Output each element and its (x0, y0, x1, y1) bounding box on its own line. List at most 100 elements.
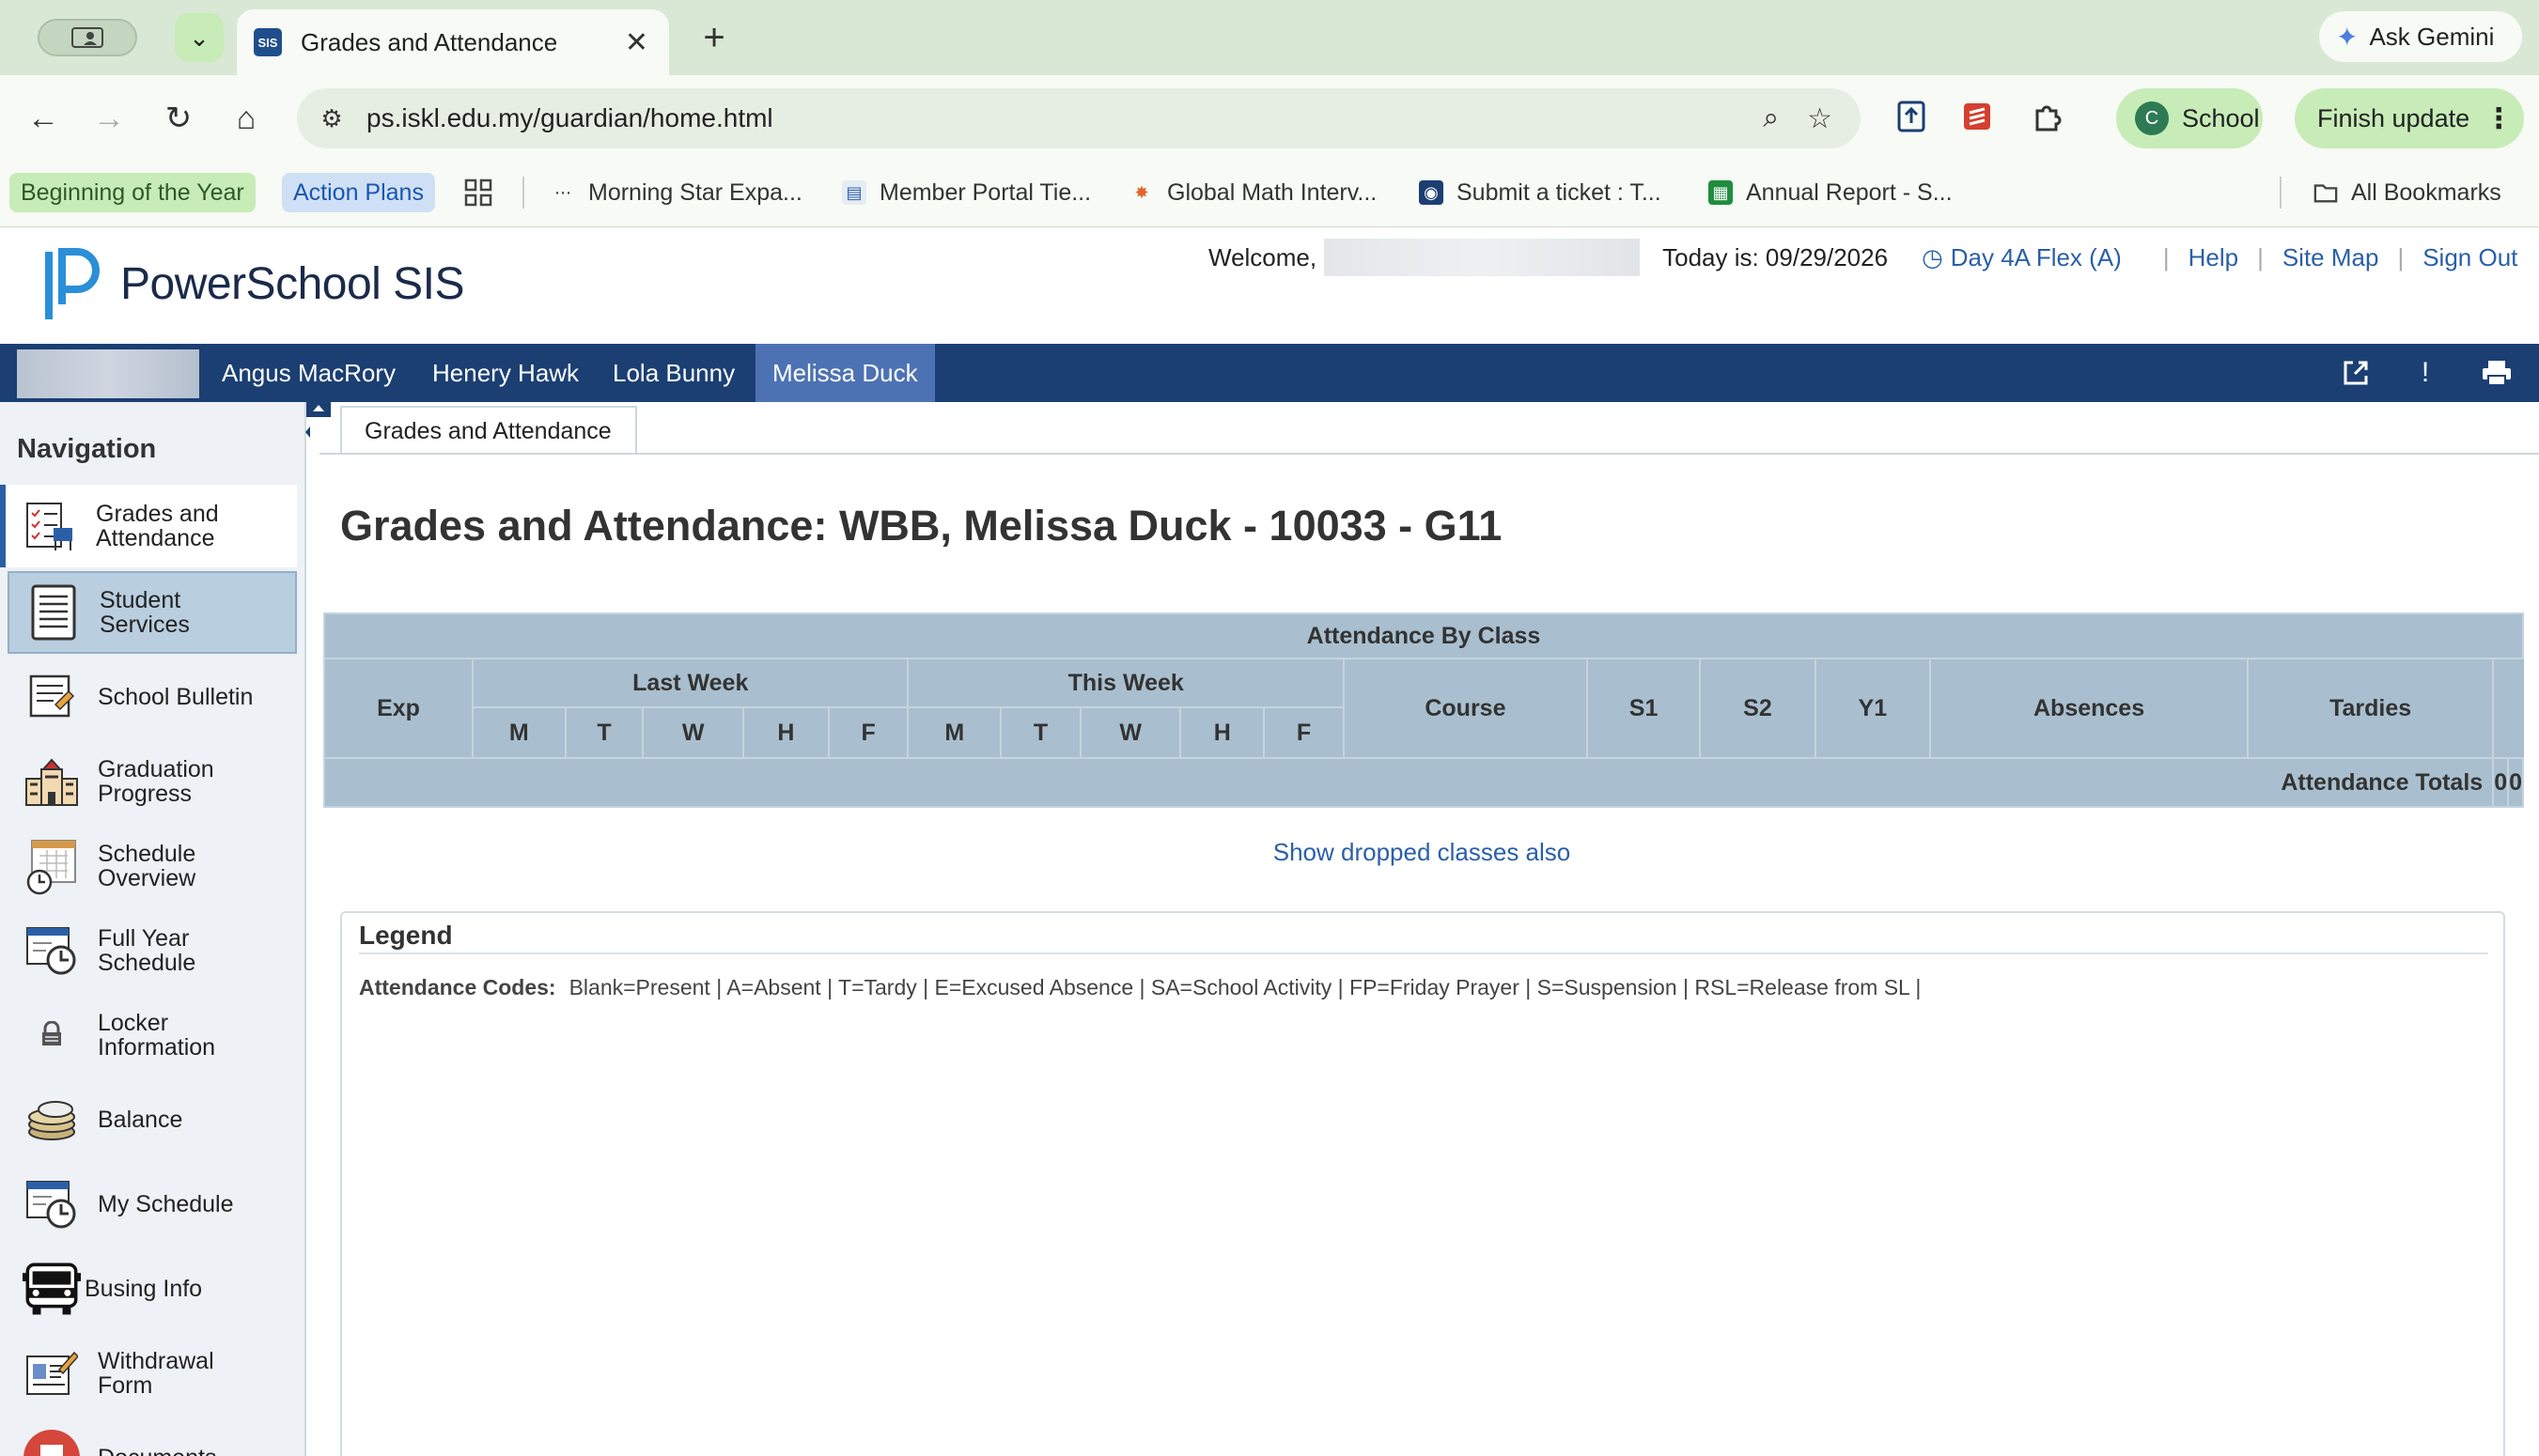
profile-label: School (2182, 103, 2260, 132)
documents-icon (23, 1429, 81, 1456)
nav-label: Grades and Attendance (96, 501, 219, 551)
nav-locker-information[interactable]: Locker Information (8, 994, 297, 1077)
tab-strip: ⌄ SIS Grades and Attendance ✕ + ✦ Ask Ge… (0, 0, 2539, 75)
attendance-codes-text: Blank=Present | A=Absent | T=Tardy | E=E… (569, 975, 1922, 999)
zoom-icon[interactable]: ⌕ (1763, 102, 1779, 134)
nav-student-services[interactable]: Student Services (8, 571, 297, 654)
nav-label: Locker Information (98, 1010, 216, 1061)
help-link[interactable]: Help (2189, 243, 2238, 272)
col-tardies[interactable]: Tardies (2247, 658, 2495, 759)
bookmark-item[interactable]: ✸ Global Math Interv... (1129, 173, 1377, 212)
day-header: T (1000, 706, 1082, 759)
bookmark-item[interactable]: Beginning of the Year (9, 173, 256, 212)
bookmark-item[interactable]: ◉ Submit a ticket : T... (1419, 173, 1661, 212)
sheet-favicon-icon: ▦ (1708, 180, 1733, 205)
all-bookmarks-folder[interactable]: All Bookmarks (2313, 173, 2501, 212)
address-bar[interactable]: ⚙ ps.iskl.edu.my/guardian/home.html ⌕ ☆ (297, 88, 1861, 148)
student-tab[interactable]: Lola Bunny (596, 344, 752, 402)
site-map-link[interactable]: Site Map (2282, 243, 2379, 272)
bulletin-icon (23, 668, 81, 726)
clock-icon: ◷ (1922, 242, 1943, 271)
sign-out-link[interactable]: Sign Out (2422, 243, 2517, 272)
tab-grades-attendance[interactable]: Grades and Attendance (340, 406, 637, 455)
extension-red-icon[interactable] (1956, 96, 1998, 137)
open-external-icon[interactable] (2338, 355, 2374, 391)
navigation-sidebar: Navigation Grades and Attendance Student S… (0, 402, 306, 1456)
nav-balance[interactable]: Balance (8, 1078, 297, 1161)
bookmark-label: Morning Star Expa... (588, 178, 802, 206)
day-link[interactable]: Day 4A Flex (A) (1951, 243, 2122, 272)
profile-school-button[interactable]: C School (2116, 88, 2263, 148)
nav-school-bulletin[interactable]: School Bulletin (8, 656, 297, 738)
separator: | (2162, 242, 2170, 271)
nav-label: Full Year Schedule (98, 925, 196, 976)
extension-upload-icon[interactable] (1891, 96, 1932, 137)
collapse-sidebar-icon[interactable] (301, 413, 316, 451)
nav-my-schedule[interactable]: My Schedule (8, 1163, 297, 1246)
nav-label: My Schedule (98, 1191, 234, 1217)
day-header: T (564, 706, 645, 759)
page-title: Grades and Attendance: WBB, Melissa Duck… (340, 502, 1503, 550)
bookmark-label: Member Portal Tie... (880, 178, 1092, 206)
nav-label: Graduation Progress (98, 756, 214, 807)
bookmark-label: Annual Report - S... (1746, 178, 1953, 206)
scroll-up-icon[interactable] (306, 398, 331, 417)
bookmark-item[interactable]: Action Plans (282, 173, 435, 212)
bookmark-label: Submit a ticket : T... (1456, 178, 1661, 206)
student-tab-active[interactable]: Melissa Duck (755, 344, 935, 402)
ask-gemini-button[interactable]: ✦ Ask Gemini (2319, 11, 2522, 62)
print-icon[interactable] (2479, 355, 2515, 391)
seal-favicon-icon: ◉ (1419, 180, 1443, 205)
student-bar: Angus MacRory Henery Hawk Lola Bunny Mel… (0, 344, 2539, 402)
bookmark-item[interactable]: ▤ Member Portal Tie... (842, 173, 1091, 212)
gradebook-icon (21, 497, 79, 555)
powerschool-logo-text: PowerSchool SIS (120, 258, 465, 309)
back-arrow-icon[interactable]: ← (21, 96, 66, 141)
col-absences[interactable]: Absences (1929, 658, 2250, 759)
bookmark-star-icon[interactable]: ☆ (1807, 102, 1832, 135)
forward-arrow-icon[interactable]: → (86, 96, 132, 141)
legend-divider (359, 953, 2488, 954)
menu-kebab-icon: ⋮ (2484, 102, 2514, 134)
reload-icon[interactable]: ↻ (156, 96, 201, 141)
browser-tab-active[interactable]: SIS Grades and Attendance ✕ (237, 9, 669, 75)
day-header: M (907, 706, 1003, 759)
nav-label: Student Services (100, 587, 190, 638)
id-form-icon (23, 1344, 81, 1402)
profile-switcher[interactable] (38, 19, 137, 56)
show-dropped-classes-link[interactable]: Show dropped classes also (0, 838, 2539, 867)
day-header: F (1263, 706, 1345, 759)
student-redacted (17, 349, 199, 398)
gemini-sparkle-icon: ✦ (2336, 22, 2359, 52)
bookmark-divider (2280, 177, 2282, 209)
bookmark-divider (522, 177, 524, 209)
tab-search-chevron-icon[interactable]: ⌄ (175, 13, 224, 62)
col-last-week: Last Week (472, 658, 910, 708)
extensions-puzzle-icon[interactable] (2026, 96, 2067, 137)
alert-icon[interactable]: ! (2407, 355, 2443, 391)
day-header: W (1079, 706, 1182, 759)
close-icon[interactable]: ✕ (625, 26, 648, 59)
new-tab-plus-icon[interactable]: + (692, 15, 737, 60)
bookmark-label: Beginning of the Year (21, 178, 244, 206)
site-settings-icon[interactable]: ⚙ (316, 102, 348, 134)
nav-grades-attendance[interactable]: Grades and Attendance (0, 485, 297, 567)
bookmark-item[interactable]: ▦ Annual Report - S... (1708, 173, 1953, 212)
home-icon[interactable]: ⌂ (224, 96, 269, 141)
day-header: W (642, 706, 744, 759)
nav-busing-info[interactable]: Busing Info (8, 1247, 297, 1330)
legend-title: Legend (359, 921, 453, 950)
nav-graduation-progress[interactable]: Graduation Progress (8, 740, 297, 823)
student-tab[interactable]: Angus MacRory (205, 344, 413, 402)
bookmarks-bar: Beginning of the Year Action Plans ⋯ Morn… (0, 162, 2539, 227)
nav-withdrawal-form[interactable]: Withdrawal Form (8, 1332, 297, 1415)
apps-grid-icon[interactable] (464, 173, 492, 212)
bookmark-item[interactable]: ⋯ Morning Star Expa... (551, 173, 802, 212)
nav-documents[interactable]: Documents (8, 1417, 297, 1456)
attendance-totals-label: Attendance Totals (322, 757, 2495, 808)
nav-full-year-schedule[interactable]: Full Year Schedule (8, 909, 297, 992)
powerschool-favicon-icon: SIS (254, 28, 282, 56)
powerschool-logo[interactable]: PowerSchool SIS (41, 246, 465, 321)
student-tab[interactable]: Henery Hawk (415, 344, 596, 402)
finish-update-button[interactable]: Finish update ⋮ (2295, 88, 2524, 148)
